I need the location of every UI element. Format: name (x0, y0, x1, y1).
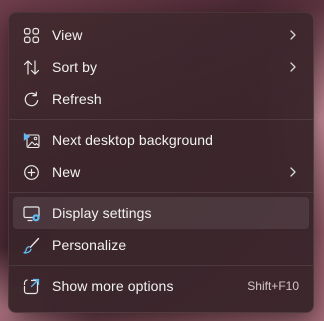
menu-item-personalize[interactable]: Personalize (13, 229, 309, 261)
menu-item-label: Next desktop background (52, 132, 214, 148)
next-background-icon (23, 132, 40, 149)
display-settings-icon (23, 206, 40, 222)
grid-view-icon (23, 27, 40, 44)
keyboard-shortcut: Shift+F10 (247, 279, 299, 293)
menu-separator (9, 192, 313, 193)
refresh-icon (24, 91, 39, 107)
menu-item-label: View (52, 27, 83, 43)
chevron-right-icon (290, 62, 296, 72)
chevron-right-icon (290, 167, 296, 177)
chevron-right-icon (290, 30, 296, 40)
menu-item-label: New (52, 164, 81, 180)
menu-item-sort-by[interactable]: Sort by (13, 51, 309, 83)
menu-separator (9, 265, 313, 266)
menu-item-show-more-options[interactable]: Show more options Shift+F10 (13, 270, 309, 302)
menu-item-label: Display settings (52, 205, 152, 221)
menu-item-next-desktop-background[interactable]: Next desktop background (13, 124, 309, 156)
menu-item-label: Refresh (52, 91, 102, 107)
menu-item-refresh[interactable]: Refresh (13, 83, 309, 115)
open-external-icon (23, 278, 40, 295)
menu-item-label: Personalize (52, 237, 127, 253)
menu-item-label: Sort by (52, 59, 98, 75)
menu-separator (9, 119, 313, 120)
menu-item-new[interactable]: New (13, 156, 309, 188)
sort-arrows-icon (23, 60, 40, 75)
desktop-context-menu: View Sort by Refresh Next desktop backgr… (8, 12, 314, 313)
menu-item-display-settings[interactable]: Display settings (13, 197, 309, 229)
plus-circle-icon (24, 165, 39, 180)
menu-item-view[interactable]: View (13, 19, 309, 51)
brush-icon (23, 237, 40, 254)
menu-item-label: Show more options (52, 278, 174, 294)
